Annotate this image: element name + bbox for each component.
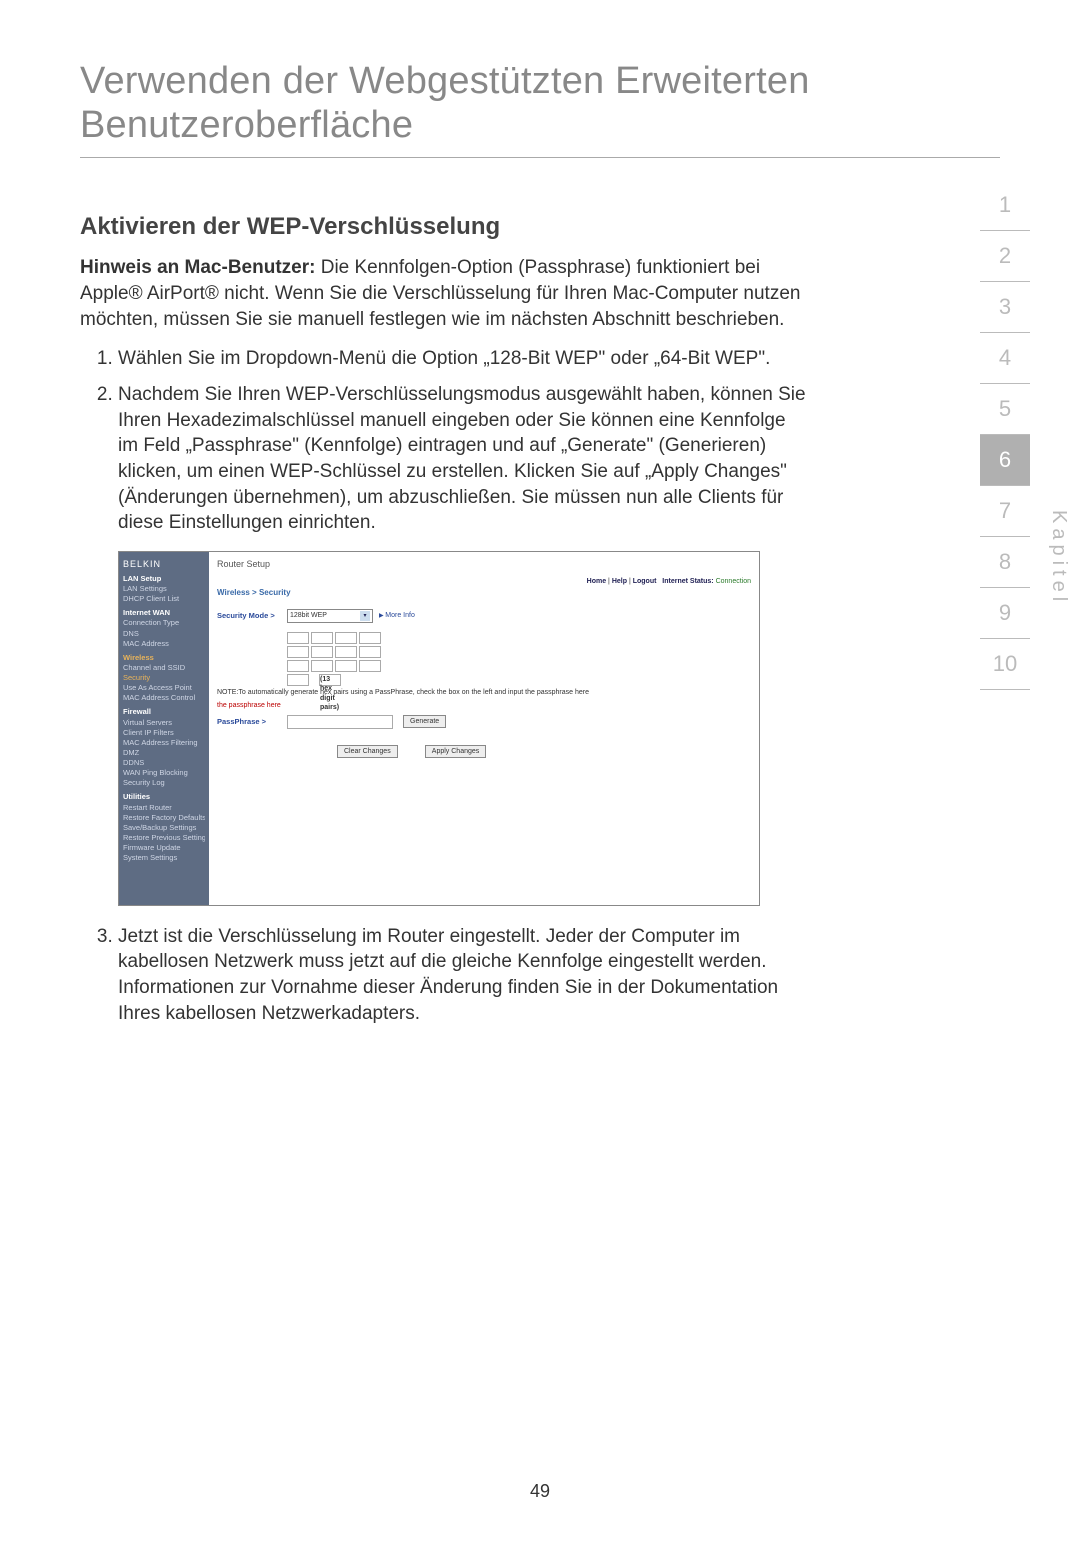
sidebar-item-dhcp[interactable]: DHCP Client List bbox=[123, 594, 205, 604]
sidebar-item-connection[interactable]: Connection Type bbox=[123, 618, 205, 628]
tab-10[interactable]: 10 bbox=[980, 639, 1030, 690]
tab-9[interactable]: 9 bbox=[980, 588, 1030, 639]
hex-input[interactable] bbox=[311, 632, 333, 644]
chapter-label: Kapitel bbox=[1047, 510, 1070, 606]
hex-input[interactable] bbox=[287, 674, 309, 686]
tab-7[interactable]: 7 bbox=[980, 486, 1030, 537]
router-toplinks: Home | Help | Logout Internet Status: Co… bbox=[587, 577, 751, 586]
hex-row-3 bbox=[287, 660, 751, 672]
step-1: Wählen Sie im Dropdown-Menü die Option „… bbox=[118, 346, 810, 372]
page-number: 49 bbox=[0, 1481, 1080, 1502]
sidebar-item-restore-defaults[interactable]: Restore Factory Defaults bbox=[123, 813, 205, 823]
sidebar-item-restart[interactable]: Restart Router bbox=[123, 803, 205, 813]
step-3: Jetzt ist die Verschlüsselung im Router … bbox=[118, 924, 810, 1027]
passphrase-input[interactable] bbox=[287, 715, 393, 729]
sidebar-item-restore-prev[interactable]: Restore Previous Settings bbox=[123, 833, 205, 843]
hex-row-1 bbox=[287, 632, 751, 644]
hex-input[interactable] bbox=[287, 660, 309, 672]
sidebar-header-wireless: Wireless bbox=[123, 653, 205, 663]
sidebar-item-channel[interactable]: Channel and SSID bbox=[123, 663, 205, 673]
breadcrumb: Wireless > Security bbox=[217, 588, 751, 599]
step-2-text: Nachdem Sie Ihren WEP-Verschlüsselungsmo… bbox=[118, 384, 806, 533]
hex-input[interactable] bbox=[311, 660, 333, 672]
security-mode-select[interactable]: 128bit WEP ▾ bbox=[287, 609, 373, 623]
hex-input[interactable] bbox=[359, 660, 381, 672]
sidebar-item-seclog[interactable]: Security Log bbox=[123, 778, 205, 788]
router-screenshot: BELKIN LAN Setup LAN Settings DHCP Clien… bbox=[118, 551, 760, 906]
hex-input[interactable] bbox=[335, 660, 357, 672]
tab-6[interactable]: 6 bbox=[980, 435, 1030, 486]
apply-changes-button[interactable]: Apply Changes bbox=[425, 745, 486, 758]
sidebar-item-dmz[interactable]: DMZ bbox=[123, 748, 205, 758]
hex-input[interactable] bbox=[359, 632, 381, 644]
sidebar-item-system[interactable]: System Settings bbox=[123, 853, 205, 863]
tab-3[interactable]: 3 bbox=[980, 282, 1030, 333]
sidebar-item-maccontrol[interactable]: MAC Address Control bbox=[123, 693, 205, 703]
security-mode-label: Security Mode > bbox=[217, 611, 287, 621]
hex-row-4: (13 hex digit pairs) bbox=[287, 674, 751, 686]
section-heading: Aktivieren der WEP-Verschlüsselung bbox=[80, 213, 810, 241]
sidebar-item-security[interactable]: Security bbox=[123, 673, 205, 683]
sidebar-item-mac[interactable]: MAC Address bbox=[123, 639, 205, 649]
hex-note-red: the passphrase here bbox=[217, 701, 751, 710]
hex-input[interactable] bbox=[287, 632, 309, 644]
tab-2[interactable]: 2 bbox=[980, 231, 1030, 282]
sidebar-header-firewall: Firewall bbox=[123, 707, 205, 717]
more-info-link[interactable]: More Info bbox=[379, 611, 415, 620]
hex-input[interactable] bbox=[335, 632, 357, 644]
passphrase-label: PassPhrase > bbox=[217, 717, 287, 727]
tab-8[interactable]: 8 bbox=[980, 537, 1030, 588]
status-value: Connection bbox=[716, 578, 751, 585]
hex-input[interactable] bbox=[311, 646, 333, 658]
sidebar-item-ddns[interactable]: DDNS bbox=[123, 758, 205, 768]
sidebar-item-save[interactable]: Save/Backup Settings bbox=[123, 823, 205, 833]
page-title: Verwenden der Webgestützten Erweiterten … bbox=[80, 60, 1000, 158]
hex-input[interactable] bbox=[359, 646, 381, 658]
generate-button[interactable]: Generate bbox=[403, 715, 446, 728]
hint-paragraph: Hinweis an Mac-Benutzer: Die Kennfolgen-… bbox=[80, 255, 810, 332]
link-home[interactable]: Home bbox=[587, 578, 606, 585]
sidebar-item-wanping[interactable]: WAN Ping Blocking bbox=[123, 768, 205, 778]
step-2: Nachdem Sie Ihren WEP-Verschlüsselungsmo… bbox=[118, 382, 810, 906]
security-mode-value: 128bit WEP bbox=[290, 611, 327, 620]
sidebar-item-dns[interactable]: DNS bbox=[123, 629, 205, 639]
hex-input[interactable] bbox=[287, 646, 309, 658]
hex-input[interactable] bbox=[335, 646, 357, 658]
router-main: Router Setup Home | Help | Logout Intern… bbox=[209, 552, 759, 905]
sidebar-item-vs[interactable]: Virtual Servers bbox=[123, 718, 205, 728]
hex-row-2 bbox=[287, 646, 751, 658]
sidebar-header-utilities: Utilities bbox=[123, 792, 205, 802]
sidebar-item-maf[interactable]: MAC Address Filtering bbox=[123, 738, 205, 748]
clear-changes-button[interactable]: Clear Changes bbox=[337, 745, 398, 758]
chapter-tabs: 1 2 3 4 5 6 7 8 9 10 bbox=[980, 180, 1030, 690]
tab-1[interactable]: 1 bbox=[980, 180, 1030, 231]
router-sidebar: BELKIN LAN Setup LAN Settings DHCP Clien… bbox=[119, 552, 209, 905]
hex-pairs-label: (13 hex digit pairs) bbox=[319, 674, 341, 686]
status-label: Internet Status: bbox=[662, 578, 713, 585]
sidebar-item-fw[interactable]: Firmware Update bbox=[123, 843, 205, 853]
sidebar-item-lan-settings[interactable]: LAN Settings bbox=[123, 584, 205, 594]
sidebar-header-wan: Internet WAN bbox=[123, 608, 205, 618]
sidebar-item-ap[interactable]: Use As Access Point bbox=[123, 683, 205, 693]
brand-logo: BELKIN bbox=[123, 558, 205, 570]
link-help[interactable]: Help bbox=[612, 578, 627, 585]
hex-note: NOTE:To automatically generate hex pairs… bbox=[217, 688, 751, 697]
chevron-down-icon: ▾ bbox=[360, 611, 370, 621]
tab-5[interactable]: 5 bbox=[980, 384, 1030, 435]
link-logout[interactable]: Logout bbox=[633, 578, 657, 585]
sidebar-item-cip[interactable]: Client IP Filters bbox=[123, 728, 205, 738]
sidebar-header-lan: LAN Setup bbox=[123, 574, 205, 584]
tab-4[interactable]: 4 bbox=[980, 333, 1030, 384]
hint-label: Hinweis an Mac-Benutzer: bbox=[80, 257, 315, 278]
